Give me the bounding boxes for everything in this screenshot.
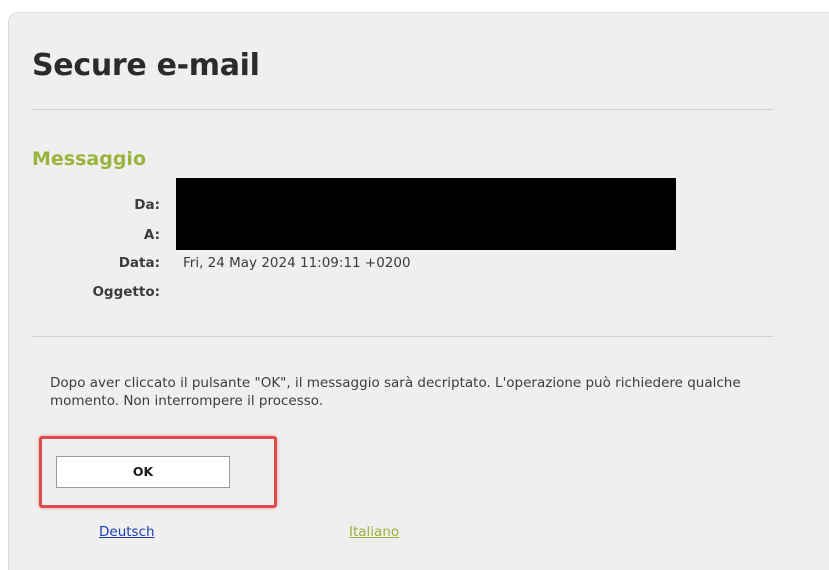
message-divider — [32, 336, 773, 337]
from-label: Da: — [134, 197, 160, 213]
date-value: Fri, 24 May 2024 11:09:11 +0200 — [183, 255, 411, 271]
redacted-recipient-block — [176, 178, 676, 250]
language-link-italiano[interactable]: Italiano — [349, 523, 399, 541]
date-label: Data: — [118, 255, 160, 271]
ok-button[interactable]: OK — [56, 456, 230, 488]
decrypt-notice: Dopo aver cliccato il pulsante "OK", il … — [50, 375, 741, 409]
page-title: Secure e-mail — [32, 48, 260, 83]
message-section-title: Messaggio — [32, 148, 146, 170]
subject-label: Oggetto: — [92, 284, 160, 300]
title-divider — [32, 109, 773, 110]
to-label: A: — [143, 227, 160, 243]
language-link-deutsch[interactable]: Deutsch — [99, 523, 155, 541]
